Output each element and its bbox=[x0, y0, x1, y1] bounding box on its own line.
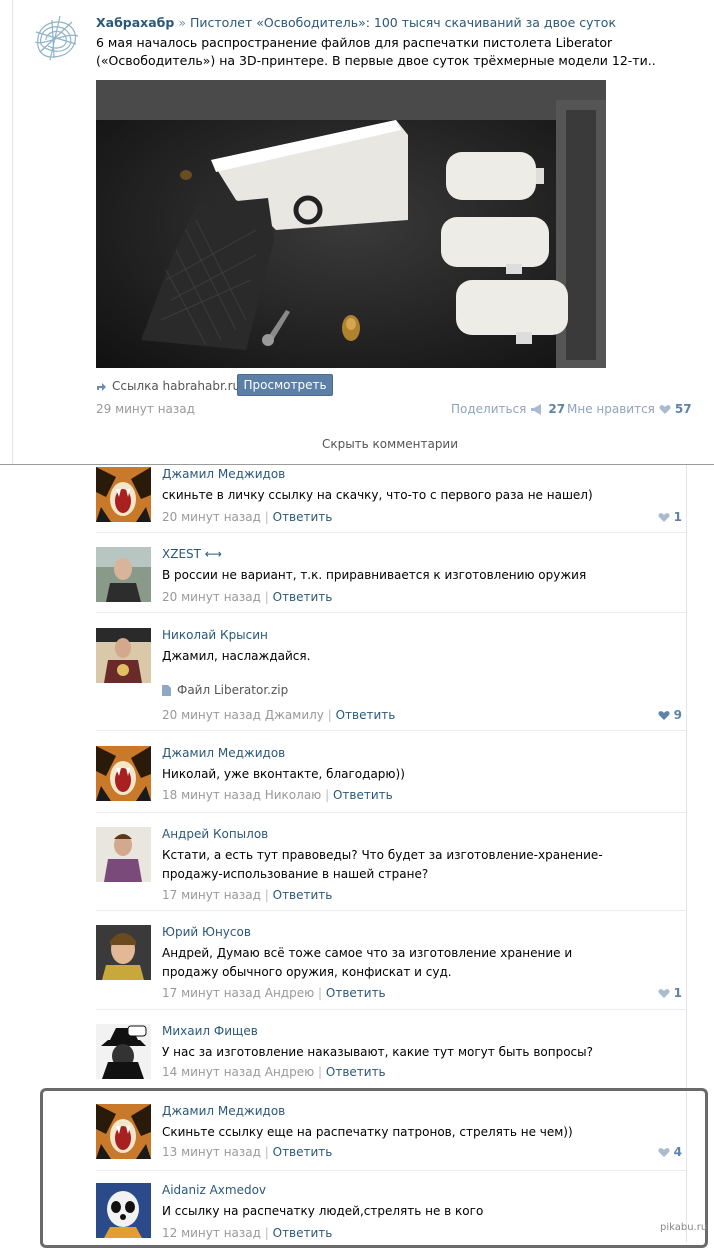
avatar[interactable] bbox=[96, 628, 151, 683]
comment-meta: 20 минут назад Джамилу | Ответить bbox=[162, 708, 396, 722]
post-link-row[interactable]: Ссылка habrahabr.ru bbox=[96, 376, 240, 396]
comment-like-count: 1 bbox=[673, 510, 682, 524]
comment-divider bbox=[96, 612, 686, 613]
like-button[interactable]: Мне нравится 57 bbox=[567, 402, 692, 416]
watermark: pikabu.ru bbox=[660, 1222, 708, 1233]
comment-meta: 18 минут назад Николаю | Ответить bbox=[162, 788, 393, 802]
comment-time[interactable]: 20 минут назад bbox=[162, 510, 261, 524]
comment: XZEST ⟷ В россии не вариант, т.к. прирав… bbox=[96, 547, 686, 607]
comment: Михаил Фищев У нас за изготовление наказ… bbox=[96, 1024, 686, 1084]
post-header: Хабрахабр » Пистолет «Освободитель»: 100… bbox=[96, 14, 686, 31]
reply-link[interactable]: Ответить bbox=[273, 510, 333, 524]
comment-text: В россии не вариант, т.к. приравнивается… bbox=[162, 568, 587, 582]
comment-author[interactable]: Андрей Копылов bbox=[162, 827, 268, 841]
avatar[interactable] bbox=[96, 547, 151, 602]
like-count: 57 bbox=[674, 402, 692, 416]
avatar[interactable] bbox=[96, 827, 151, 882]
comment-text: Джамил, наслаждайся. bbox=[162, 649, 311, 663]
heart-icon bbox=[658, 988, 670, 998]
comment-meta: 17 минут назад Андрею | Ответить bbox=[162, 986, 386, 1000]
comment-like-button[interactable]: 9 bbox=[658, 708, 682, 722]
comment-text: Андрей, Думаю всё тоже самое что за изго… bbox=[162, 946, 573, 979]
comment: Джамил Меджидов скиньте в личку ссылку н… bbox=[96, 467, 686, 527]
comment: Джамил Меджидов Николай, уже вконтакте, … bbox=[96, 746, 686, 806]
comment-author[interactable]: Юрий Юнусов bbox=[162, 925, 251, 939]
hide-comments-link[interactable]: Скрыть комментарии bbox=[0, 437, 714, 451]
comment-divider bbox=[96, 532, 686, 533]
share-label: Поделиться bbox=[451, 402, 527, 416]
file-name[interactable]: Файл Liberator.zip bbox=[177, 683, 288, 697]
comment-text: Николай, уже вконтакте, благодарю)) bbox=[162, 767, 405, 781]
megaphone-icon bbox=[531, 403, 542, 415]
file-attachment[interactable]: Файл Liberator.zip bbox=[162, 683, 288, 697]
share-button[interactable]: Поделиться 27 bbox=[451, 402, 565, 416]
screenshot-cut-line bbox=[0, 464, 714, 465]
comment-meta: 20 минут назад | Ответить bbox=[162, 590, 333, 604]
reply-link[interactable]: Ответить bbox=[326, 1065, 386, 1079]
post-title-link[interactable]: Пистолет «Освободитель»: 100 тысяч скачи… bbox=[190, 15, 616, 30]
reply-link[interactable]: Ответить bbox=[336, 708, 396, 722]
post-text: 6 мая началось распространение файлов дл… bbox=[96, 35, 656, 68]
reply-link[interactable]: Ответить bbox=[273, 590, 333, 604]
comment-author[interactable]: XZEST ⟷ bbox=[162, 547, 222, 561]
comment-time[interactable]: 20 минут назад Джамилу bbox=[162, 708, 324, 722]
comment-like-count: 9 bbox=[673, 708, 682, 722]
post-author-avatar[interactable] bbox=[30, 12, 82, 64]
comment-time[interactable]: 14 минут назад Андрею bbox=[162, 1065, 314, 1079]
like-label: Мне нравится bbox=[567, 402, 655, 416]
avatar[interactable] bbox=[96, 746, 151, 801]
share-count: 27 bbox=[548, 402, 566, 416]
comment-time[interactable]: 18 минут назад Николаю bbox=[162, 788, 321, 802]
post-link-label[interactable]: Ссылка habrahabr.ru bbox=[112, 379, 240, 393]
reply-link[interactable]: Ответить bbox=[326, 986, 386, 1000]
reply-link[interactable]: Ответить bbox=[333, 788, 393, 802]
comment-meta: 14 минут назад Андрею | Ответить bbox=[162, 1065, 386, 1079]
comment-time[interactable]: 20 минут назад bbox=[162, 590, 261, 604]
avatar[interactable] bbox=[96, 925, 151, 980]
comment-meta: 20 минут назад | Ответить bbox=[162, 510, 333, 524]
post-separator: » bbox=[178, 15, 186, 30]
comment-divider bbox=[96, 910, 686, 911]
view-button[interactable]: Просмотреть bbox=[237, 374, 333, 396]
comment-meta: 17 минут назад | Ответить bbox=[162, 888, 333, 902]
heart-icon bbox=[658, 512, 670, 522]
post-photo[interactable] bbox=[96, 80, 606, 368]
share-arrow-icon bbox=[97, 383, 106, 391]
comment-author[interactable]: Джамил Меджидов bbox=[162, 467, 285, 481]
comment-time[interactable]: 17 минут назад Андрею bbox=[162, 986, 314, 1000]
highlight-frame bbox=[40, 1088, 708, 1248]
comment-text: скиньте в личку ссылку на скачку, что-то… bbox=[162, 488, 593, 502]
heart-icon bbox=[658, 710, 670, 720]
comment-author[interactable]: Джамил Меджидов bbox=[162, 746, 285, 760]
reply-link[interactable]: Ответить bbox=[273, 888, 333, 902]
comment-time[interactable]: 17 минут назад bbox=[162, 888, 261, 902]
comment: Юрий Юнусов Андрей, Думаю всё тоже самое… bbox=[96, 925, 686, 1005]
comment-author[interactable]: Михаил Фищев bbox=[162, 1024, 258, 1038]
post-author-link[interactable]: Хабрахабр bbox=[96, 15, 174, 30]
post-time[interactable]: 29 минут назад bbox=[96, 402, 195, 416]
comment-divider bbox=[96, 730, 686, 731]
avatar[interactable] bbox=[96, 1024, 151, 1079]
comment-like-button[interactable]: 1 bbox=[658, 986, 682, 1000]
heart-icon bbox=[659, 404, 671, 414]
comment-divider bbox=[96, 1009, 686, 1010]
comment-author[interactable]: Николай Крысин bbox=[162, 628, 268, 642]
comment: Андрей Копылов Кстати, а есть тут правов… bbox=[96, 827, 686, 907]
comment-text: Кстати, а есть тут правоведы? Что будет … bbox=[162, 848, 603, 881]
comment-text: У нас за изготовление наказывают, какие … bbox=[162, 1045, 593, 1059]
comment-like-count: 1 bbox=[673, 986, 682, 1000]
comment: Николай Крысин Джамил, наслаждайся. Файл… bbox=[96, 628, 686, 728]
comment-divider bbox=[96, 812, 686, 813]
avatar[interactable] bbox=[96, 467, 151, 522]
file-icon bbox=[162, 684, 171, 696]
frame-border-left bbox=[12, 0, 13, 464]
comment-like-button[interactable]: 1 bbox=[658, 510, 682, 524]
